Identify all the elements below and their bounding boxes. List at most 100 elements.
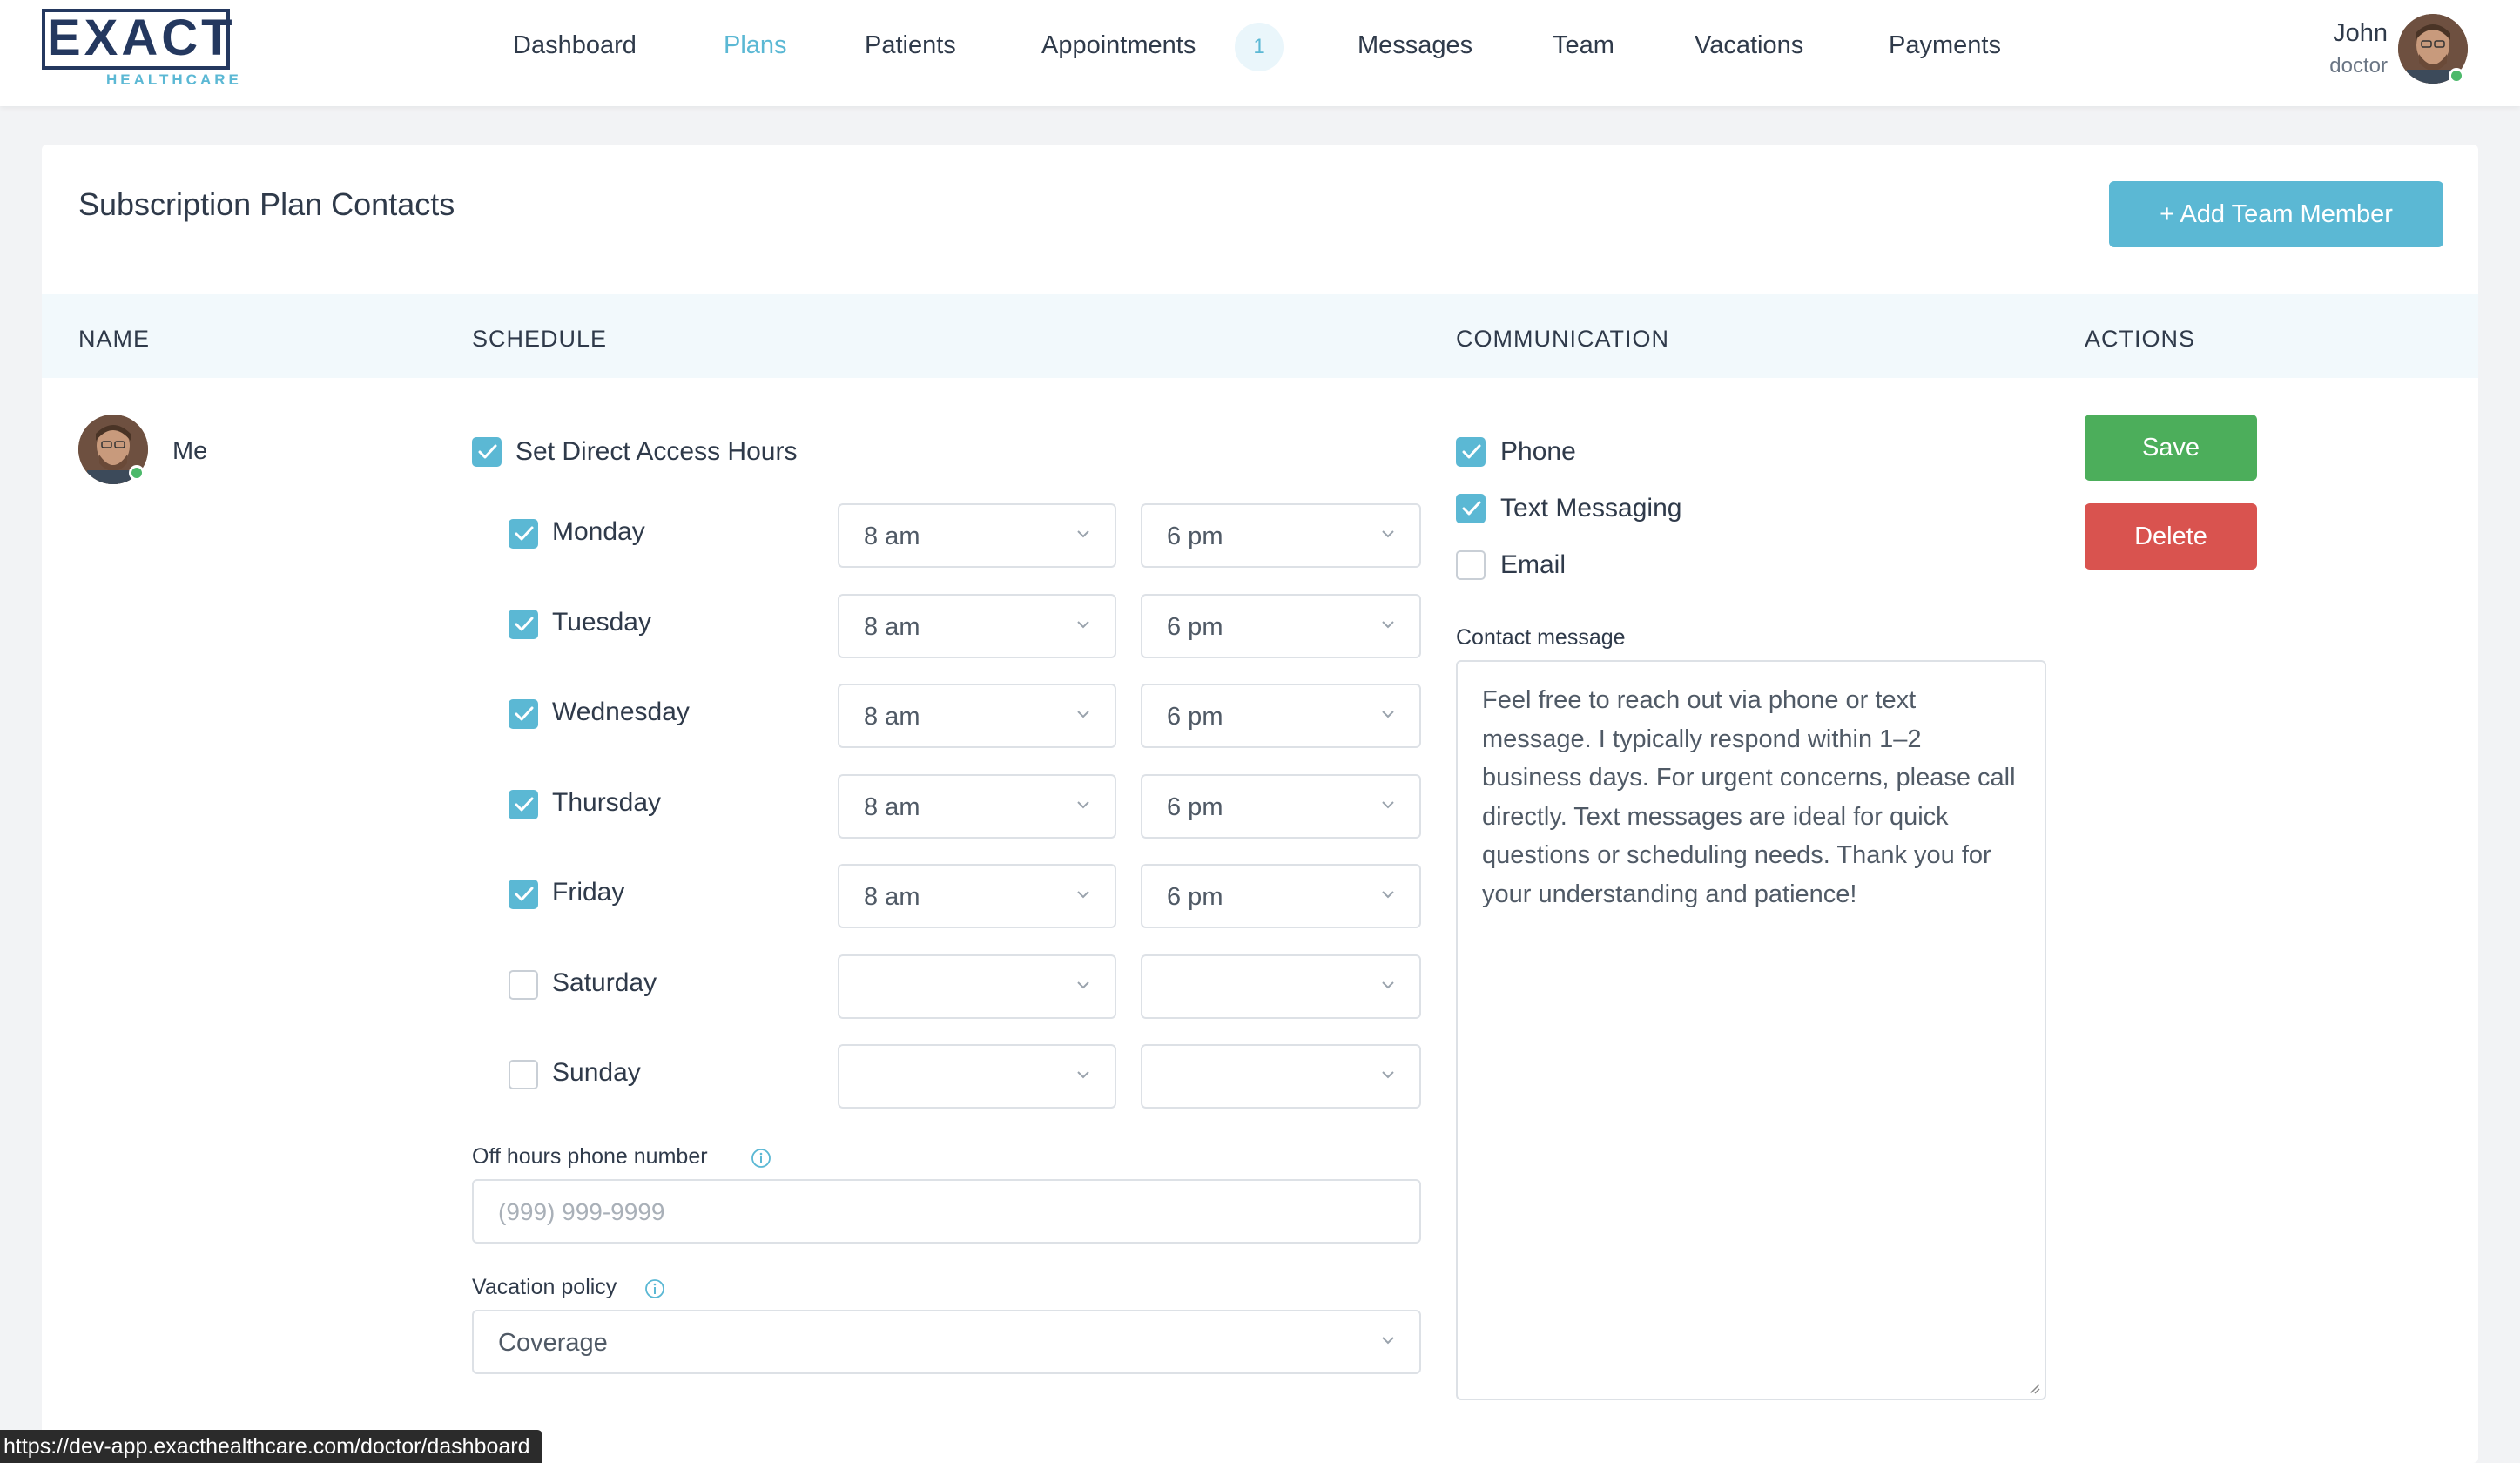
- tuesday-end-time-select[interactable]: 6 pm: [1141, 593, 1421, 658]
- save-button[interactable]: Save: [2085, 415, 2257, 481]
- end-time-value: 6 pm: [1167, 522, 1223, 550]
- saturday-start-time-select[interactable]: [838, 954, 1116, 1019]
- chevron-down-icon: [1077, 981, 1089, 988]
- end-time-value: 6 pm: [1167, 792, 1223, 821]
- thursday-start-time-select[interactable]: 8 am: [838, 773, 1116, 839]
- chevron-down-icon: [1382, 981, 1394, 988]
- end-time-value: 6 pm: [1167, 883, 1223, 911]
- sunday-checkbox[interactable]: [509, 1060, 538, 1089]
- contact-message-text: Feel free to reach out via phone or text…: [1482, 686, 2016, 908]
- chevron-down-icon: [1077, 620, 1089, 628]
- chevron-down-icon: [1077, 711, 1089, 718]
- delete-button[interactable]: Delete: [2085, 503, 2257, 570]
- checkmark-icon: [515, 617, 534, 630]
- top-navigation-bar: EXACT HEALTHCARE Dashboard Plans Patient…: [0, 0, 2520, 106]
- chevron-down-icon: [1382, 1071, 1394, 1079]
- info-icon[interactable]: [644, 1278, 665, 1299]
- user-online-indicator: [2449, 68, 2464, 84]
- resize-handle-icon[interactable]: [2027, 1381, 2041, 1395]
- header-name: NAME: [78, 326, 151, 352]
- start-time-value: 8 am: [864, 522, 920, 550]
- day-label-sunday: Sunday: [552, 1058, 641, 1087]
- browser-status-url: https://dev-app.exacthealthcare.com/doct…: [0, 1430, 542, 1463]
- off-hours-phone-placeholder: (999) 999-9999: [498, 1198, 665, 1225]
- wednesday-checkbox[interactable]: [509, 699, 538, 729]
- appointments-count-badge: 1: [1235, 23, 1284, 71]
- communication-label-phone: Phone: [1500, 437, 1576, 466]
- end-time-value: 6 pm: [1167, 703, 1223, 731]
- monday-end-time-select[interactable]: 6 pm: [1141, 503, 1421, 568]
- set-direct-access-hours-label: Set Direct Access Hours: [515, 437, 798, 466]
- contact-message-label: Contact message: [1456, 625, 1626, 650]
- nav-plans[interactable]: Plans: [724, 31, 787, 60]
- user-name[interactable]: John: [2333, 19, 2388, 48]
- communication-label-email: Email: [1500, 550, 1567, 579]
- info-icon[interactable]: [751, 1148, 771, 1169]
- nav-messages[interactable]: Messages: [1358, 31, 1472, 60]
- page-title: Subscription Plan Contacts: [78, 186, 455, 222]
- wednesday-end-time-select[interactable]: 6 pm: [1141, 684, 1421, 748]
- nav-team[interactable]: Team: [1553, 31, 1614, 60]
- contact-name: Me: [172, 437, 208, 465]
- start-time-value: 8 am: [864, 703, 920, 731]
- off-hours-phone-input[interactable]: (999) 999-9999: [472, 1179, 1421, 1244]
- set-direct-access-hours-checkbox[interactable]: [472, 437, 502, 467]
- nav-vacations[interactable]: Vacations: [1695, 31, 1803, 60]
- chevron-down-icon: [1382, 711, 1394, 718]
- chevron-down-icon: [1077, 530, 1089, 538]
- exact-healthcare-logo[interactable]: EXACT HEALTHCARE: [42, 9, 239, 89]
- start-time-value: 8 am: [864, 792, 920, 821]
- chevron-down-icon: [1382, 530, 1394, 538]
- chevron-down-icon: [1077, 891, 1089, 899]
- checkmark-icon: [1462, 501, 1481, 516]
- header-actions: ACTIONS: [2085, 326, 2196, 352]
- day-label-thursday: Thursday: [552, 787, 662, 817]
- table-header: NAME SCHEDULE COMMUNICATION ACTIONS: [42, 294, 2478, 378]
- start-time-value: 8 am: [864, 883, 920, 911]
- subscription-plan-contacts-card: Subscription Plan Contacts + Add Team Me…: [42, 145, 2478, 1463]
- add-team-member-button[interactable]: + Add Team Member: [2109, 181, 2443, 247]
- tuesday-start-time-select[interactable]: 8 am: [838, 593, 1116, 658]
- wednesday-start-time-select[interactable]: 8 am: [838, 684, 1116, 748]
- friday-checkbox[interactable]: [509, 880, 538, 909]
- day-label-wednesday: Wednesday: [552, 698, 690, 726]
- nav-appointments[interactable]: Appointments: [1041, 31, 1196, 60]
- saturday-checkbox[interactable]: [509, 969, 538, 1000]
- nav-patients[interactable]: Patients: [865, 31, 956, 60]
- thursday-checkbox[interactable]: [509, 789, 538, 819]
- text-messaging-checkbox[interactable]: [1456, 494, 1486, 523]
- header-schedule: SCHEDULE: [472, 326, 608, 352]
- vacation-policy-select[interactable]: Coverage: [472, 1310, 1421, 1374]
- monday-checkbox[interactable]: [509, 519, 538, 549]
- checkmark-icon: [1462, 444, 1481, 459]
- tuesday-checkbox[interactable]: [509, 609, 538, 639]
- thursday-end-time-select[interactable]: 6 pm: [1141, 773, 1421, 839]
- friday-start-time-select[interactable]: 8 am: [838, 864, 1116, 928]
- day-label-friday: Friday: [552, 878, 625, 907]
- phone-checkbox[interactable]: [1456, 437, 1486, 467]
- user-role: doctor: [2329, 54, 2388, 78]
- checkmark-icon: [515, 887, 534, 901]
- communication-label-text-messaging: Text Messaging: [1500, 494, 1682, 522]
- start-time-value: 8 am: [864, 612, 920, 641]
- nav-dashboard[interactable]: Dashboard: [513, 31, 637, 60]
- nav-payments[interactable]: Payments: [1889, 31, 2001, 60]
- logo-subtitle: HEALTHCARE: [106, 71, 242, 88]
- contact-online-indicator: [129, 465, 145, 481]
- checkmark-icon: [515, 797, 534, 811]
- vacation-policy-value: Coverage: [498, 1329, 608, 1357]
- day-label-monday: Monday: [552, 517, 645, 546]
- monday-start-time-select[interactable]: 8 am: [838, 503, 1116, 568]
- saturday-end-time-select[interactable]: [1141, 954, 1421, 1019]
- day-label-tuesday: Tuesday: [552, 607, 651, 637]
- contact-message-textarea[interactable]: Feel free to reach out via phone or text…: [1456, 660, 2046, 1400]
- email-checkbox[interactable]: [1456, 550, 1486, 580]
- friday-end-time-select[interactable]: 6 pm: [1141, 864, 1421, 928]
- chevron-down-icon: [1077, 800, 1089, 808]
- end-time-value: 6 pm: [1167, 612, 1223, 641]
- sunday-end-time-select[interactable]: [1141, 1044, 1421, 1109]
- sunday-start-time-select[interactable]: [838, 1044, 1116, 1109]
- off-hours-phone-label: Off hours phone number: [472, 1144, 708, 1169]
- vacation-policy-label: Vacation policy: [472, 1275, 617, 1299]
- chevron-down-icon: [1382, 800, 1394, 808]
